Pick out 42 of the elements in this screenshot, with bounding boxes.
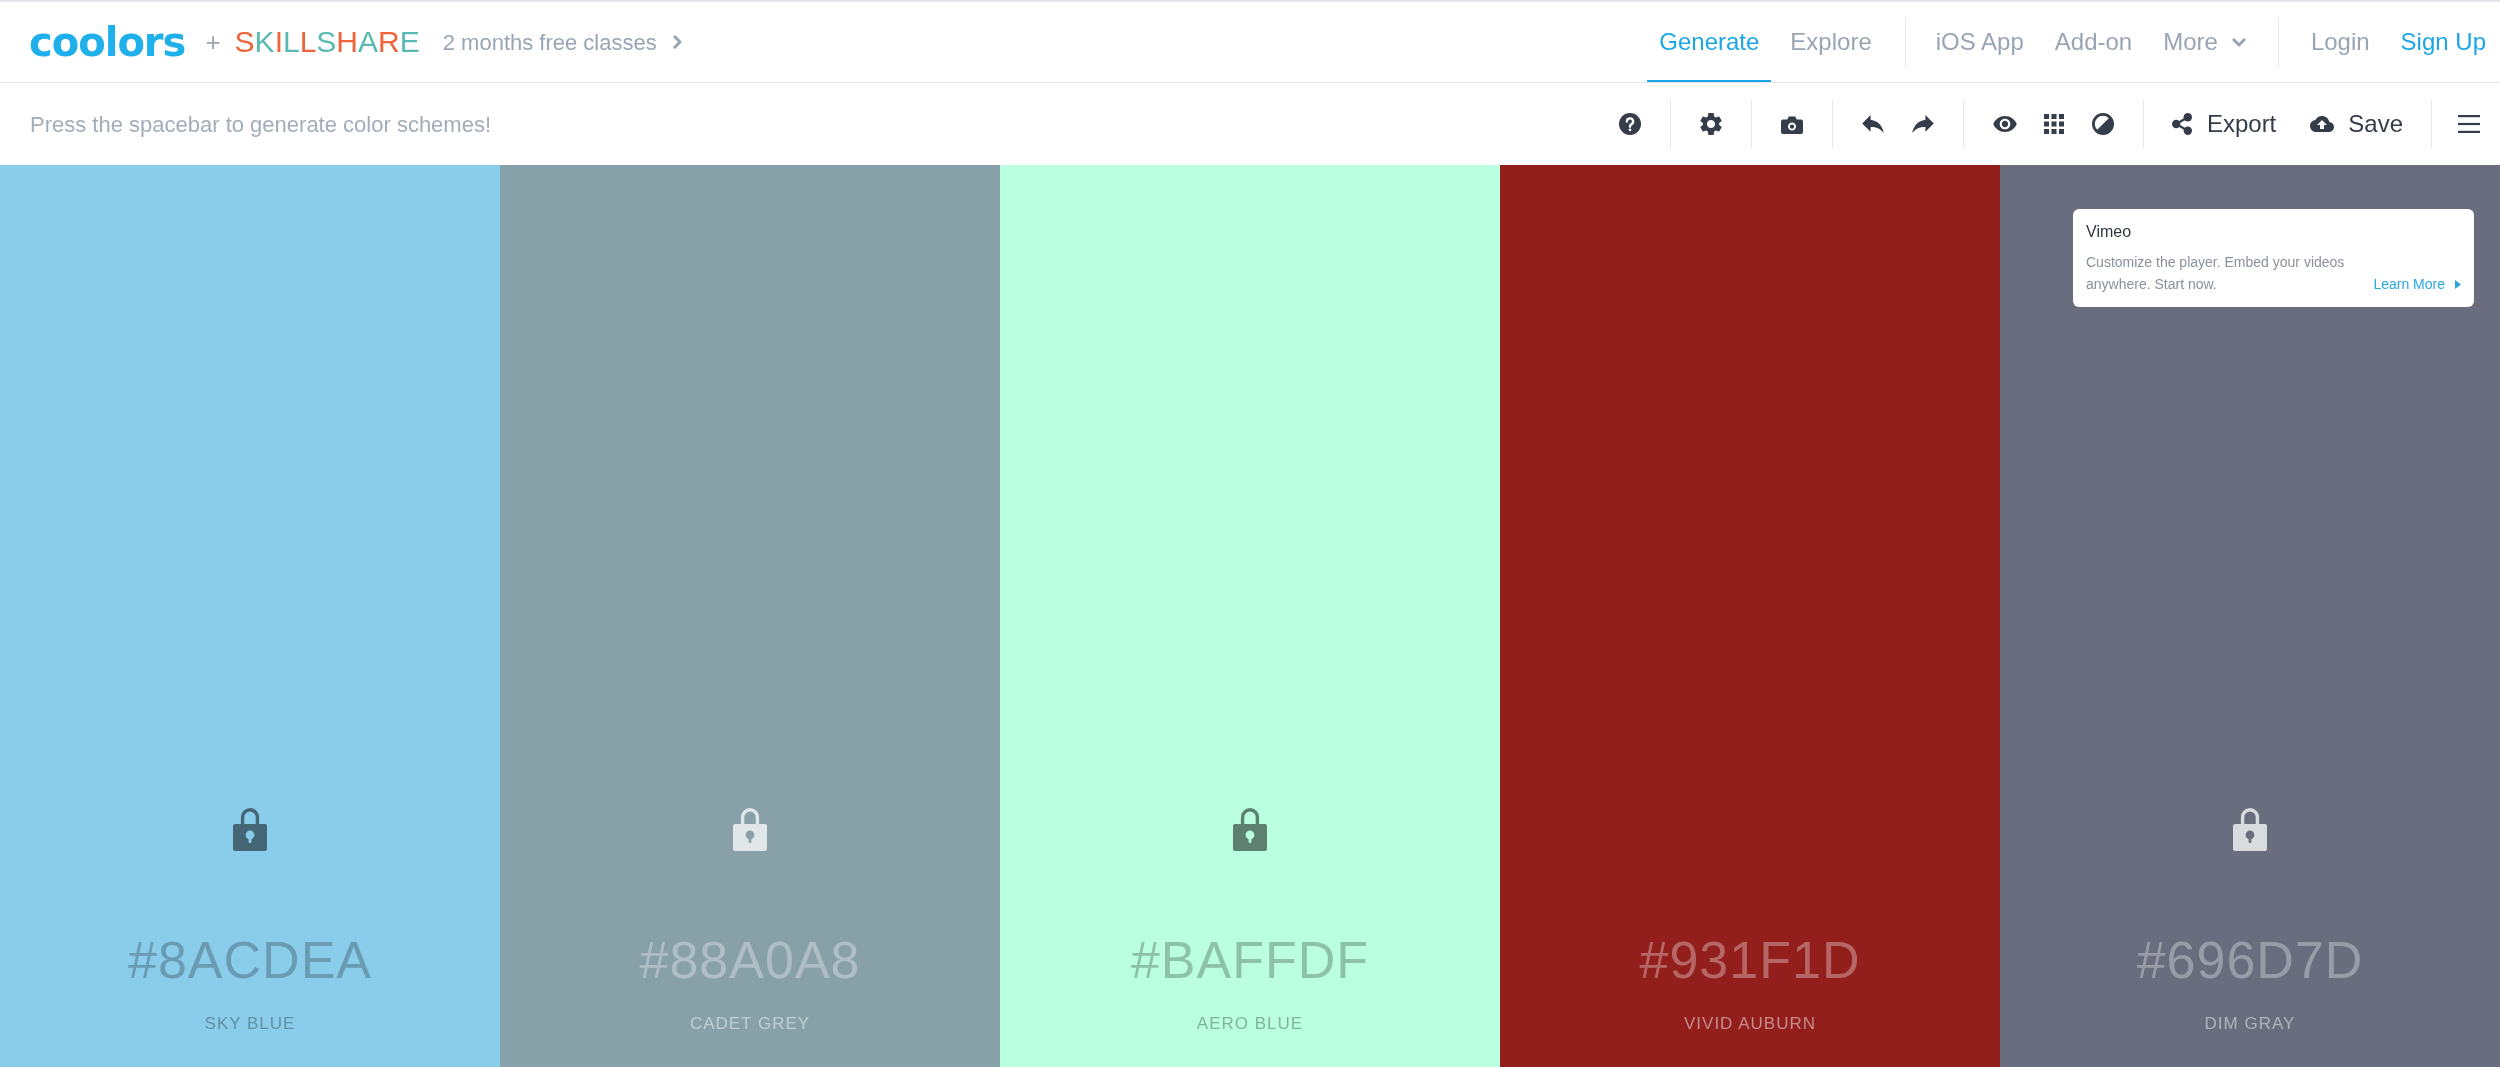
grid-icon[interactable] <box>2043 114 2064 134</box>
signup-link[interactable]: Sign Up <box>2400 24 2486 60</box>
nav-tab[interactable]: Explore <box>1778 2 1884 82</box>
partner-wordmark[interactable]: SKILLSHARE <box>234 27 420 57</box>
camera-icon[interactable] <box>1780 114 1803 134</box>
hint-text: Press the spacebar to generate color schemes! <box>30 110 492 139</box>
ad-text: Customize the player. Embed your videos anywhere. Start now. <box>2086 253 2346 294</box>
logo-wordmark[interactable]: coolors <box>29 22 186 62</box>
ad-title: Vimeo <box>2086 222 2133 242</box>
nav-tab[interactable]: Generate <box>1647 2 1772 82</box>
chevron-down-icon <box>2231 37 2246 47</box>
color-name: CADET GREY <box>689 1015 811 1032</box>
hex-code: #8ACDEA <box>128 934 372 986</box>
nav-link[interactable]: iOS App <box>1935 24 2024 60</box>
caret-right-icon <box>2455 279 2461 289</box>
contrast-icon[interactable] <box>2091 113 2114 135</box>
lock-icon[interactable] <box>1233 807 1267 851</box>
lock-icon[interactable] <box>2233 807 2267 851</box>
settings-icon[interactable] <box>1699 113 1722 135</box>
promo-link[interactable]: 2 months free classes <box>442 25 682 59</box>
hex-code: #931F1D <box>1639 934 1861 986</box>
chevron-right-icon <box>672 35 682 49</box>
plus-sign: + <box>205 29 221 55</box>
color-name: AERO BLUE <box>1196 1015 1304 1032</box>
color-name: DIM GRAY <box>2204 1015 2296 1032</box>
learn-more-link[interactable]: Learn More <box>2373 273 2461 295</box>
help-icon[interactable] <box>1618 113 1641 135</box>
save-button[interactable]: Save <box>2300 106 2413 142</box>
nav-link[interactable]: Add-on <box>2054 24 2133 60</box>
hex-code: #BAFFDF <box>1130 934 1370 986</box>
eye-icon[interactable] <box>1992 116 2017 132</box>
color-name: VIVID AUBURN <box>1684 1015 1816 1032</box>
undo-icon[interactable] <box>1861 115 1884 133</box>
lock-icon[interactable] <box>233 807 267 851</box>
cloud-upload-icon <box>2310 116 2335 132</box>
menu-icon[interactable] <box>2458 115 2480 133</box>
more-menu[interactable]: More <box>2163 2 2246 82</box>
redo-icon[interactable] <box>1911 115 1934 133</box>
share-icon <box>2171 113 2192 135</box>
export-button[interactable]: Export <box>2161 106 2287 142</box>
color-name: SKY BLUE <box>204 1015 296 1032</box>
login-link[interactable]: Login <box>2310 24 2370 60</box>
